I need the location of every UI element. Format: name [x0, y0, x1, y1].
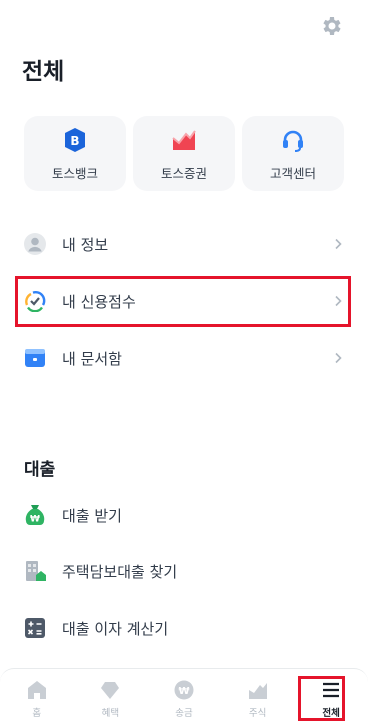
quick-customer-center[interactable]: 고객센터	[242, 116, 344, 191]
calculator-icon	[24, 617, 46, 639]
won-transfer-icon: ₩	[173, 679, 195, 701]
tab-all-highlight	[298, 676, 345, 721]
quick-toss-bank[interactable]: B 토스뱅크	[24, 116, 126, 191]
menu-documents-label: 내 문서함	[62, 349, 122, 368]
headset-icon	[279, 126, 307, 154]
tab-transfer[interactable]: ₩ 송금	[147, 669, 221, 724]
loan-mortgage-search[interactable]: 주택담보대출 찾기	[24, 553, 346, 589]
tab-benefits[interactable]: 혜택	[74, 669, 148, 724]
svg-text:₩: ₩	[30, 515, 40, 525]
settings-button[interactable]	[320, 14, 344, 38]
quick-toss-securities-label: 토스증권	[160, 165, 207, 181]
menu-documents[interactable]: 내 문서함	[24, 340, 346, 376]
svg-text:B: B	[70, 134, 79, 148]
stock-icon	[247, 679, 269, 701]
loan-get-loan-label: 대출 받기	[62, 506, 122, 525]
loan-interest-calculator[interactable]: 대출 이자 계산기	[24, 610, 346, 646]
gem-icon	[99, 679, 121, 701]
chevron-right-icon	[335, 352, 342, 364]
building-icon	[24, 560, 46, 582]
profile-icon	[24, 233, 46, 255]
page-title: 전체	[22, 59, 65, 85]
credit-score-highlight	[15, 276, 351, 327]
tab-stocks-label: 주식	[248, 708, 267, 719]
gear-icon	[323, 17, 341, 35]
menu-my-info[interactable]: 내 정보	[24, 226, 346, 262]
money-bag-icon: ₩	[24, 504, 46, 526]
tab-benefits-label: 혜택	[101, 708, 120, 719]
home-icon	[26, 679, 48, 701]
quick-actions: B 토스뱅크 토스증권 고객센터	[24, 116, 344, 191]
tab-home[interactable]: 홈	[0, 669, 74, 724]
quick-toss-securities[interactable]: 토스증권	[133, 116, 235, 191]
loan-interest-calculator-label: 대출 이자 계산기	[62, 619, 169, 638]
chevron-right-icon	[335, 238, 342, 250]
loan-section-title: 대출	[24, 460, 56, 480]
menu-my-info-label: 내 정보	[62, 235, 109, 254]
loan-mortgage-search-label: 주택담보대출 찾기	[62, 562, 178, 581]
document-box-icon	[24, 347, 46, 369]
tab-stocks[interactable]: 주식	[221, 669, 295, 724]
quick-customer-center-label: 고객센터	[269, 165, 316, 181]
svg-text:₩: ₩	[178, 686, 189, 697]
loan-get-loan[interactable]: ₩ 대출 받기	[24, 497, 346, 533]
stock-chart-icon	[170, 126, 198, 154]
tab-transfer-label: 송금	[175, 708, 193, 719]
tab-home-label: 홈	[32, 708, 42, 719]
bank-b-icon: B	[61, 126, 89, 154]
quick-toss-bank-label: 토스뱅크	[51, 165, 98, 181]
